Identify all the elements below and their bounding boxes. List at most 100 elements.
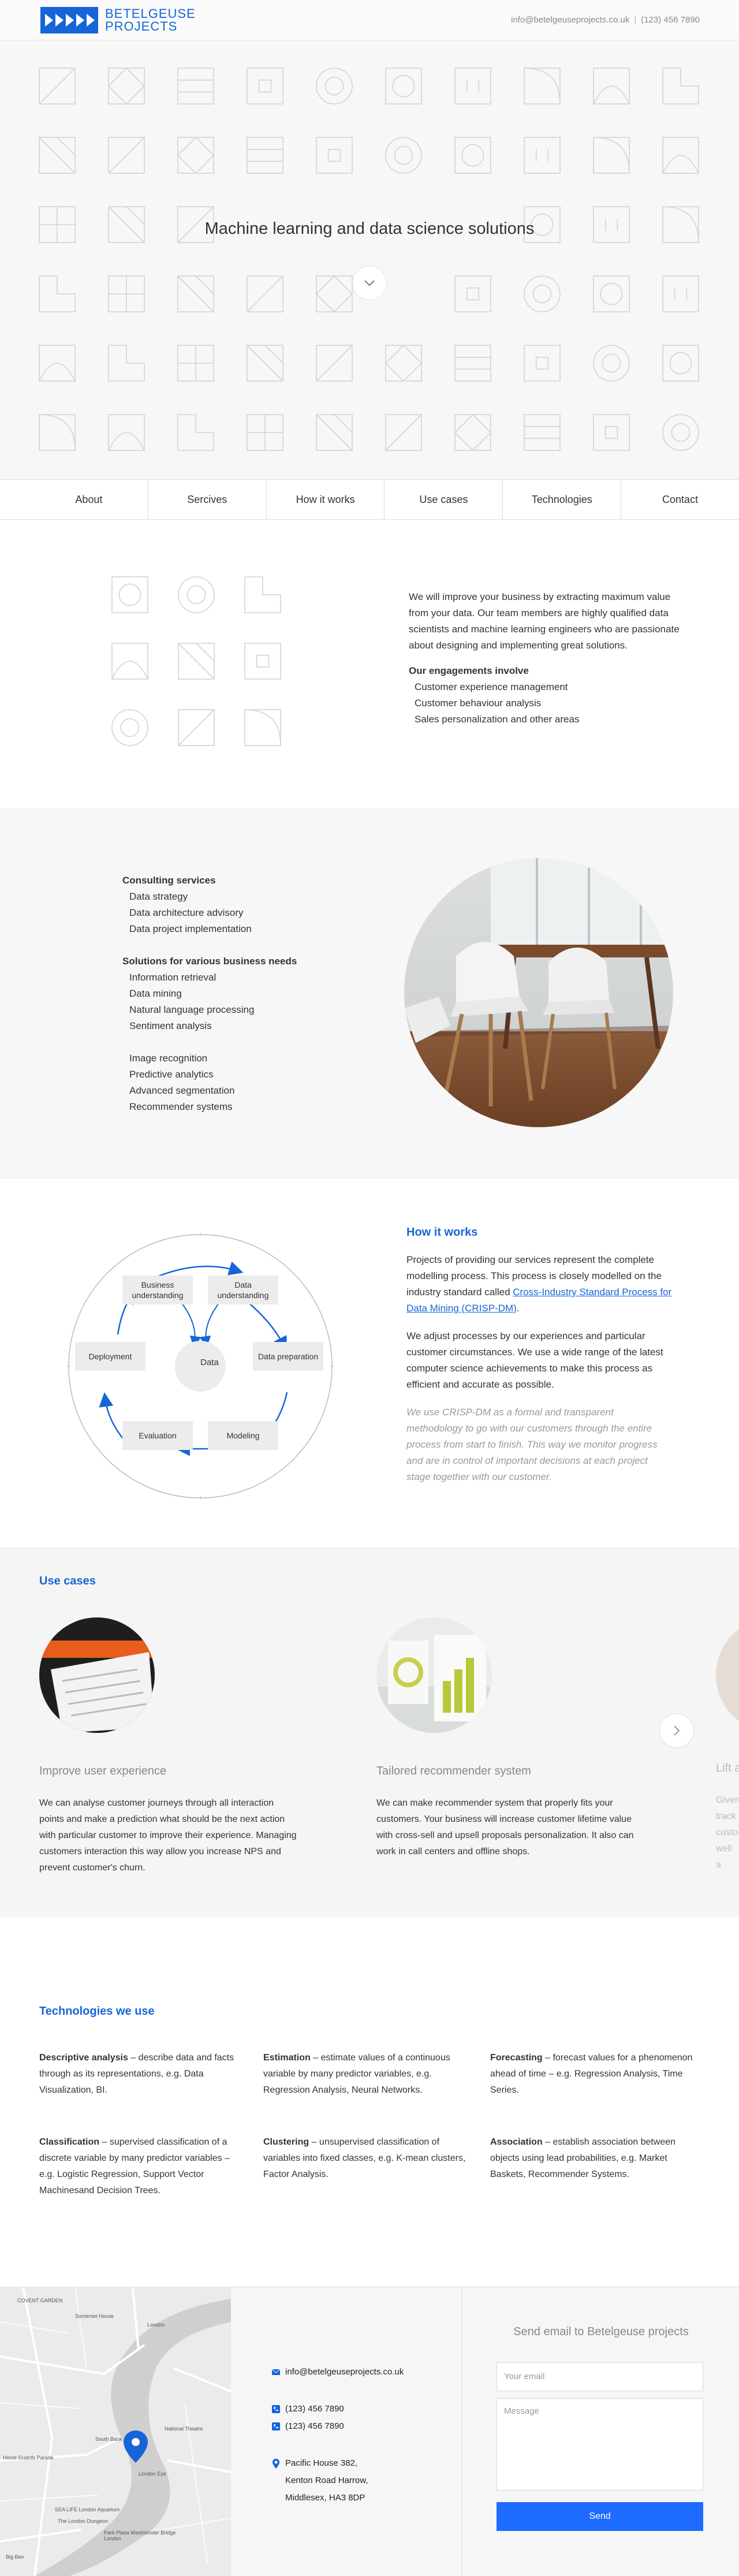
use-case-card: Tailored recommender system We can make …	[376, 1617, 665, 1860]
use-case-image-laptop	[39, 1617, 155, 1733]
footer-email-row[interactable]: info@betelgeuseprojects.co.uk	[271, 2367, 404, 2377]
engagement-item: Customer experience management	[415, 681, 568, 692]
email-icon	[271, 2369, 281, 2375]
how-p1-end: .	[516, 1303, 520, 1314]
nav-about[interactable]: About	[30, 480, 148, 519]
crisp-deployment: Deployment	[75, 1342, 145, 1371]
nav-use-cases[interactable]: Use cases	[384, 480, 502, 519]
pattern-tile	[178, 643, 215, 680]
engagements-title: Our engagements involve	[409, 665, 529, 676]
pattern-tile	[108, 275, 145, 312]
pattern-tile	[593, 68, 630, 105]
technology-item: Clustering – unsupervised classification…	[263, 2134, 471, 2183]
address-line: Pacific House 382,	[285, 2458, 358, 2468]
use-cases-title: Use cases	[39, 1575, 96, 1587]
header-email-link[interactable]: info@betelgeuseprojects.co.uk	[511, 15, 629, 25]
footer-phones: (123) 456 7890 (123) 456 7890	[271, 2400, 344, 2435]
service-item: Data architecture advisory	[129, 907, 244, 918]
how-paragraph-3: We use CRISP-DM as a formal and transpar…	[406, 1407, 658, 1482]
technology-item: Forecasting – forecast values for a phen…	[490, 2050, 698, 2098]
about-section: We will improve your business by extract…	[0, 520, 739, 808]
service-item: Predictive analytics	[129, 1069, 214, 1080]
solutions-title: Solutions for various business needs	[122, 956, 297, 967]
use-case-card-peek: Lift a Given track custo well a	[716, 1617, 739, 1918]
nav-technologies[interactable]: Technologies	[502, 480, 621, 519]
logo-text: BETELGEUSE PROJECTS	[105, 8, 196, 33]
pattern-tile	[524, 414, 561, 451]
pattern-tile	[247, 414, 283, 451]
scroll-down-button[interactable]	[352, 266, 387, 300]
map[interactable]: COVENT GARDEN Somerset House London Horse G…	[0, 2287, 231, 2576]
how-paragraph-2: We adjust processes by our experiences a…	[406, 1330, 663, 1390]
address-line: Middlesex, HA3 8DP	[285, 2493, 365, 2503]
pattern-tile	[107, 67, 145, 105]
about-text: We will improve your business by extract…	[409, 589, 686, 728]
pattern-tile	[593, 275, 630, 312]
pattern-tile	[39, 345, 76, 382]
use-case-title: Lift a	[716, 1762, 739, 1775]
pattern-tile	[244, 643, 281, 680]
engagement-item: Sales personalization and other areas	[415, 714, 580, 725]
chevron-right-icon	[674, 1725, 680, 1736]
service-item: Natural language processing	[129, 1004, 255, 1015]
pattern-tile	[385, 344, 423, 382]
footer-phone-row[interactable]: (123) 456 7890	[271, 2400, 344, 2418]
how-paragraph-1: Projects of providing our services repre…	[406, 1252, 672, 1317]
map-label: South Bank	[95, 2436, 122, 2442]
pattern-tile	[111, 643, 148, 680]
location-pin-icon	[273, 2459, 279, 2469]
service-item: Data project implementation	[129, 923, 252, 934]
footer-phone-1: (123) 456 7890	[285, 2404, 344, 2414]
nav-services[interactable]: Sercives	[147, 480, 266, 519]
logo-mark-icon	[40, 7, 98, 33]
crisp-data-preparation: Data preparation	[253, 1342, 323, 1371]
pattern-tile	[39, 68, 76, 105]
logo-line-2: PROJECTS	[105, 19, 178, 33]
pattern-tile	[247, 137, 283, 174]
contact-info: info@betelgeuseprojects.co.uk (123) 456 …	[231, 2287, 462, 2576]
logo[interactable]: BETELGEUSE PROJECTS	[39, 6, 196, 35]
main-nav: About Sercives How it works Use cases Te…	[30, 479, 739, 520]
technology-item: Estimation – estimate values of a contin…	[263, 2050, 471, 2098]
technology-term: Estimation	[263, 2053, 311, 2063]
carousel-next-button[interactable]	[659, 1713, 694, 1748]
pattern-tile	[662, 68, 699, 105]
use-case-desc: We can make recommender system that prop…	[376, 1798, 634, 1856]
technology-term: Forecasting	[490, 2053, 543, 2063]
service-item: Sentiment analysis	[129, 1020, 212, 1031]
crisp-business-understanding: Business understanding	[122, 1276, 193, 1304]
use-case-title: Improve user experience	[39, 1765, 167, 1777]
pattern-tile	[524, 137, 561, 174]
pattern-tile	[316, 414, 353, 451]
technology-item: Association – establish association betw…	[490, 2134, 698, 2183]
nav-how-it-works[interactable]: How it works	[266, 480, 385, 519]
phone-icon	[272, 2405, 280, 2413]
map-label: Big Ben	[6, 2554, 24, 2560]
pattern-tile	[111, 709, 148, 746]
pattern-tile	[524, 68, 561, 105]
send-button[interactable]: Send	[497, 2502, 703, 2531]
email-field[interactable]: Your email	[497, 2362, 703, 2391]
service-item: Data mining	[129, 988, 182, 999]
use-case-desc: Given track custo well a	[716, 1795, 739, 1870]
logo-line-1: BETELGEUSE	[105, 6, 196, 21]
technology-item: Classification – supervised classificati…	[39, 2134, 247, 2199]
technology-item: Descriptive analysis – describe data and…	[39, 2050, 247, 2098]
services-section: Consulting services Data strategy Data a…	[0, 808, 739, 1178]
pattern-tile	[178, 709, 215, 746]
about-tile-grid	[111, 576, 281, 746]
pattern-tile	[454, 345, 491, 382]
nav-contact[interactable]: Contact	[621, 480, 739, 519]
pattern-tile	[593, 414, 630, 451]
map-label: COVENT GARDEN	[17, 2298, 63, 2303]
pattern-tile	[177, 68, 214, 105]
crisp-modeling: Modeling	[208, 1421, 278, 1450]
technologies-section: Technologies we use Descriptive analysis…	[0, 1917, 739, 2287]
pattern-tile	[662, 345, 699, 382]
header-phone[interactable]: (123) 456 7890	[641, 15, 700, 25]
contact-footer: COVENT GARDEN Somerset House London Horse G…	[0, 2287, 739, 2576]
footer-phone-row[interactable]: (123) 456 7890	[271, 2418, 344, 2435]
office-photo	[404, 858, 673, 1127]
message-field[interactable]: Message	[497, 2398, 703, 2491]
header-contact: info@betelgeuseprojects.co.uk | (123) 456 …	[511, 15, 700, 25]
